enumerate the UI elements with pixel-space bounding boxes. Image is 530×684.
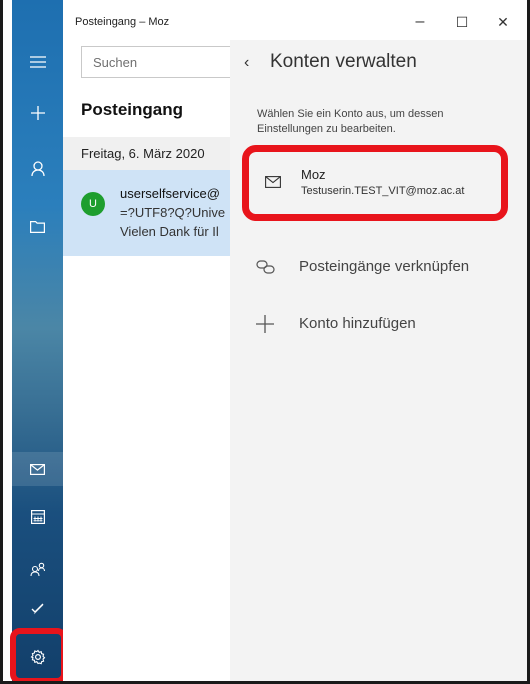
window-frame	[0, 0, 530, 684]
